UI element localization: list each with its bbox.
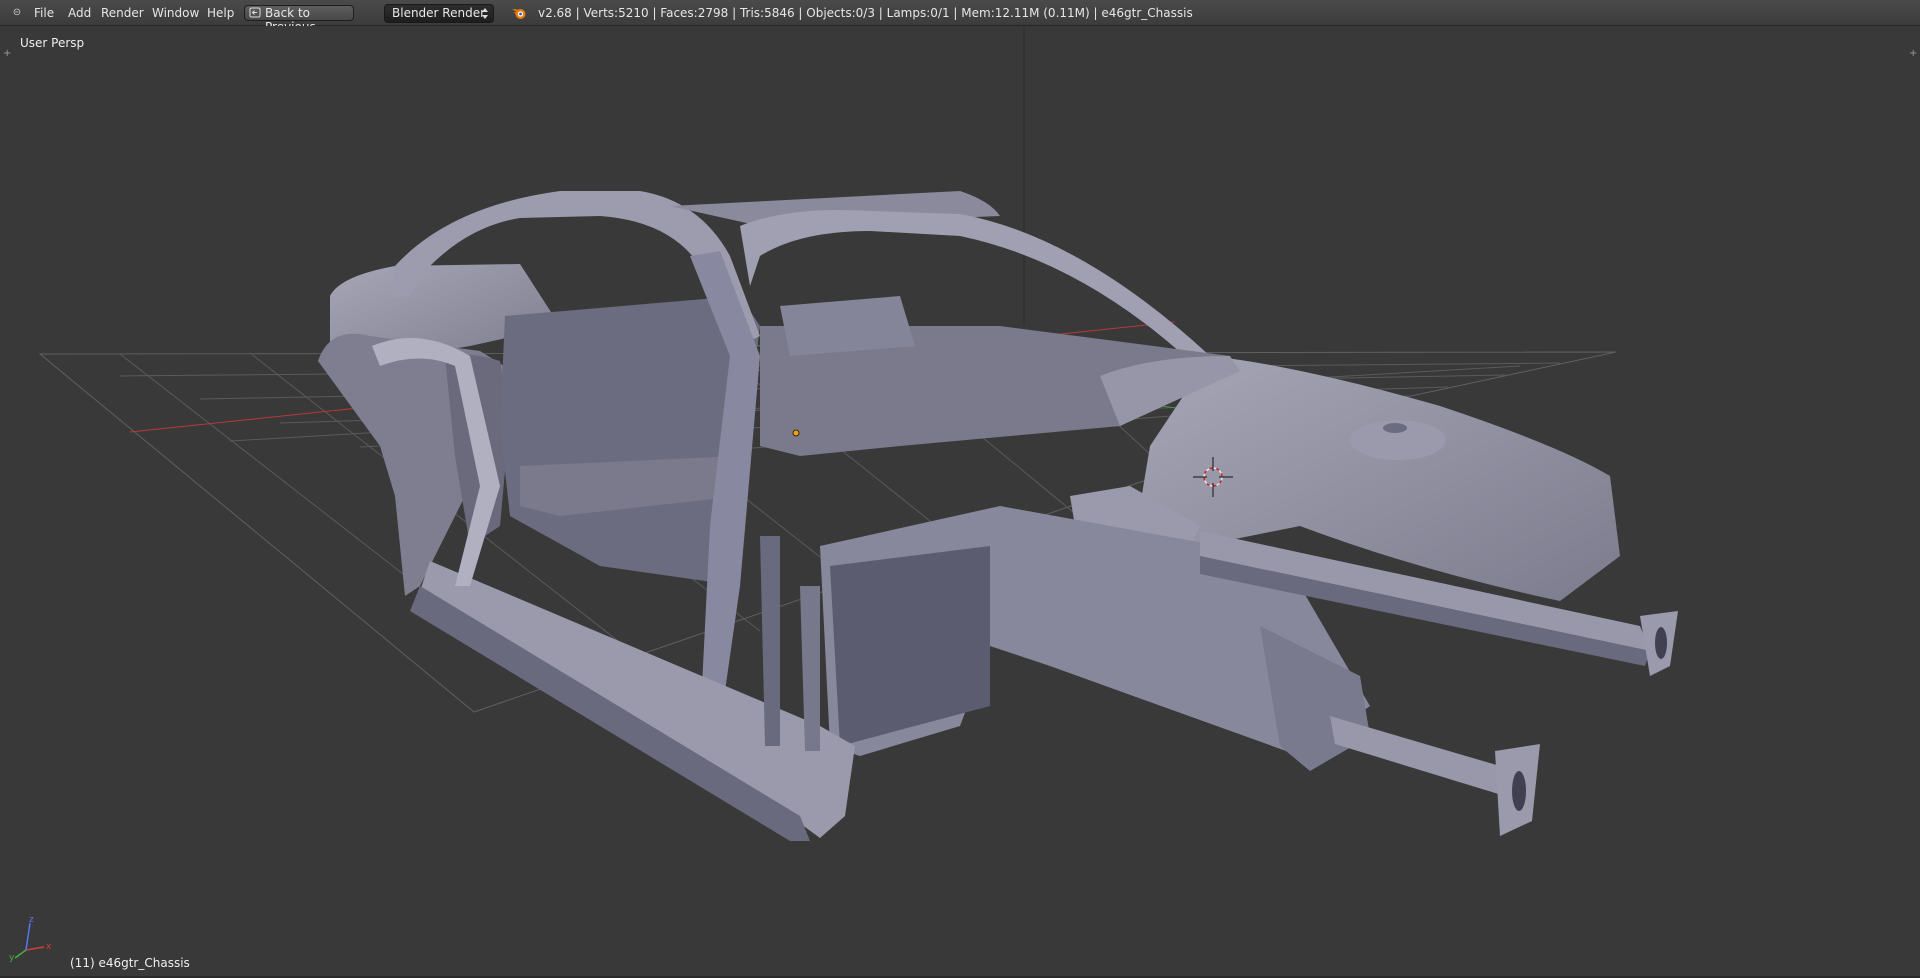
axis-orientation-gizmo: x y z [9,915,52,962]
editor-type-icon[interactable]: ⊝ [8,6,26,20]
menu-help[interactable]: Help [207,0,234,26]
render-engine-value: Blender Render [392,6,486,20]
z-axis-label: z [29,915,34,925]
car-chassis-mesh[interactable] [318,191,1678,841]
render-engine-dropdown[interactable]: Blender Render [384,4,494,23]
up-down-arrows-icon [482,8,488,19]
back-to-previous-button[interactable]: Back to Previous [244,5,354,34]
object-origin-point[interactable] [792,429,800,437]
back-arrow-icon [249,7,261,18]
toolshelf-toggle-icon[interactable]: + [3,49,11,59]
menu-add[interactable]: Add [68,0,91,26]
menu-render[interactable]: Render [101,0,144,26]
scene-statistics: v2.68 | Verts:5210 | Faces:2798 | Tris:5… [538,6,1193,20]
3d-viewport[interactable]: User Persp (11) e46gtr_Chassis + + x y z [0,26,1920,978]
properties-toggle-icon[interactable]: + [1909,49,1917,59]
scene-render[interactable] [0,26,1920,978]
x-axis-label: x [46,942,52,952]
info-header: ⊝ File Add Render Window Help Back to Pr… [0,0,1920,34]
blender-logo-icon [512,9,526,19]
y-axis-label: y [9,953,15,962]
menu-window[interactable]: Window [152,0,199,26]
menu-file[interactable]: File [34,0,54,26]
active-object-label: (11) e46gtr_Chassis [70,956,190,970]
view-name-label: User Persp [20,36,85,50]
